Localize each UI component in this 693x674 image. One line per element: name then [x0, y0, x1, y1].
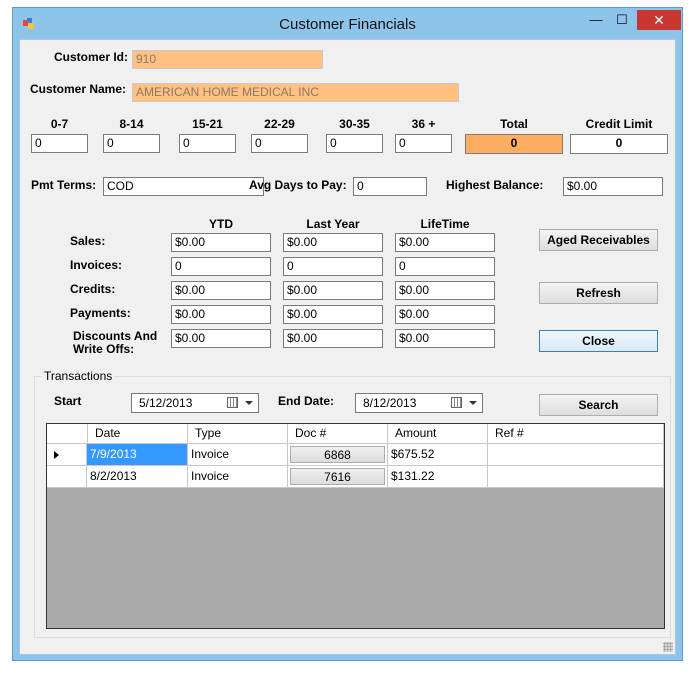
close-window-button[interactable]: ✕: [637, 10, 681, 30]
table-row-doc: 6868: [290, 446, 385, 463]
payments-ytd-field[interactable]: $0.00: [171, 305, 271, 324]
end-date-picker[interactable]: 8/12/2013: [355, 393, 483, 413]
pmt-terms-field[interactable]: COD: [103, 177, 264, 196]
grid-header-ref[interactable]: Ref #: [488, 424, 664, 444]
aging-label-22-29: 22-29: [264, 117, 295, 131]
aged-receivables-button[interactable]: Aged Receivables: [539, 229, 658, 251]
table-row-doc-button[interactable]: 6868: [288, 444, 388, 466]
credit-limit-label: Credit Limit: [585, 117, 653, 131]
invoices-last-year-field[interactable]: 0: [283, 257, 383, 276]
aging-label-36-plus: 36 +: [411, 117, 436, 131]
pmt-terms-label: Pmt Terms:: [31, 178, 97, 192]
aging-field-36-plus[interactable]: 0: [395, 134, 452, 153]
discounts-label-line2: Write Offs:: [73, 342, 135, 356]
search-button[interactable]: Search: [539, 394, 658, 416]
invoices-ytd-field[interactable]: 0: [171, 257, 271, 276]
window-title: Customer Financials: [279, 16, 416, 33]
table-row-date[interactable]: 7/9/2013: [87, 444, 188, 466]
end-date-label: End Date:: [278, 394, 335, 408]
grid-header-amount[interactable]: Amount: [388, 424, 488, 444]
calendar-icon[interactable]: [227, 397, 238, 408]
title-bar[interactable]: Customer Financials — ☐ ✕: [13, 8, 682, 41]
table-row-ref[interactable]: [488, 466, 664, 488]
discounts-ytd-field[interactable]: $0.00: [171, 329, 271, 348]
table-row-amount[interactable]: $675.52: [388, 444, 488, 466]
sales-last-year-field[interactable]: $0.00: [283, 233, 383, 252]
customer-id-field[interactable]: 910: [132, 50, 323, 69]
chevron-down-icon[interactable]: [245, 401, 253, 405]
customer-id-label: Customer Id:: [54, 50, 129, 64]
payments-label: Payments:: [70, 306, 131, 320]
payments-lifetime-field[interactable]: $0.00: [395, 305, 495, 324]
invoices-label: Invoices:: [70, 258, 123, 272]
start-date-value: 5/12/2013: [139, 396, 193, 410]
sales-ytd-field[interactable]: $0.00: [171, 233, 271, 252]
start-date-label: Start: [54, 394, 82, 408]
start-date-picker[interactable]: 5/12/2013: [131, 393, 259, 413]
aging-field-8-14[interactable]: 0: [103, 134, 160, 153]
table-row-doc: 7616: [290, 468, 385, 485]
aging-label-15-21: 15-21: [192, 117, 223, 131]
table-row-amount[interactable]: $131.22: [388, 466, 488, 488]
discounts-label: Discounts And Write Offs:: [73, 330, 157, 356]
aging-field-22-29[interactable]: 0: [251, 134, 308, 153]
col-header-ytd: YTD: [209, 217, 233, 231]
resize-grip-icon[interactable]: [663, 642, 673, 652]
highest-balance-label: Highest Balance:: [446, 178, 544, 192]
aging-label-0-7: 0-7: [50, 117, 69, 131]
transactions-group-title: Transactions: [42, 369, 115, 383]
table-row-type[interactable]: Invoice: [188, 444, 288, 466]
aging-field-30-35[interactable]: 0: [326, 134, 383, 153]
end-date-value: 8/12/2013: [363, 396, 417, 410]
grid-header-type[interactable]: Type: [188, 424, 288, 444]
grid-corner-header[interactable]: [47, 424, 88, 444]
total-label: Total: [500, 117, 528, 131]
table-row-date[interactable]: 8/2/2013: [87, 466, 188, 488]
grid-header-date[interactable]: Date: [88, 424, 188, 444]
invoices-lifetime-field[interactable]: 0: [395, 257, 495, 276]
minimize-button[interactable]: —: [583, 10, 609, 30]
row-header[interactable]: [47, 444, 87, 466]
customer-financials-window: Customer Financials — ☐ ✕ Customer Id: 9…: [12, 7, 683, 661]
chevron-down-icon[interactable]: [469, 401, 477, 405]
payments-last-year-field[interactable]: $0.00: [283, 305, 383, 324]
aging-field-0-7[interactable]: 0: [31, 134, 88, 153]
col-header-last-year: Last Year: [306, 217, 360, 231]
col-header-lifetime: LifeTime: [420, 217, 470, 231]
sales-label: Sales:: [70, 234, 106, 248]
credits-lifetime-field[interactable]: $0.00: [395, 281, 495, 300]
aging-label-8-14: 8-14: [119, 117, 144, 131]
discounts-lifetime-field[interactable]: $0.00: [395, 329, 495, 348]
transactions-grid[interactable]: Date Type Doc # Amount Ref # 7/9/2013 In…: [46, 423, 665, 629]
discounts-last-year-field[interactable]: $0.00: [283, 329, 383, 348]
maximize-button[interactable]: ☐: [609, 10, 635, 30]
form-client-area: Customer Id: 910 Customer Name: AMERICAN…: [19, 39, 676, 655]
sales-lifetime-field[interactable]: $0.00: [395, 233, 495, 252]
avg-days-label: Avg Days to Pay:: [249, 178, 347, 192]
highest-balance-field[interactable]: $0.00: [563, 177, 663, 196]
total-field[interactable]: 0: [465, 134, 563, 154]
close-button[interactable]: Close: [539, 330, 658, 352]
current-row-arrow-icon: [54, 451, 59, 459]
credit-limit-field[interactable]: 0: [570, 134, 668, 154]
row-header[interactable]: [47, 466, 87, 488]
table-row-ref[interactable]: [488, 444, 664, 466]
table-row-doc-button[interactable]: 7616: [288, 466, 388, 488]
aging-field-15-21[interactable]: 0: [179, 134, 236, 153]
calendar-icon[interactable]: [451, 397, 462, 408]
credits-last-year-field[interactable]: $0.00: [283, 281, 383, 300]
avg-days-field[interactable]: 0: [353, 177, 427, 196]
customer-name-label: Customer Name:: [30, 82, 127, 96]
customer-name-field[interactable]: AMERICAN HOME MEDICAL INC: [132, 83, 459, 102]
aging-label-30-35: 30-35: [339, 117, 370, 131]
refresh-button[interactable]: Refresh: [539, 282, 658, 304]
grid-header-doc[interactable]: Doc #: [288, 424, 388, 444]
credits-label: Credits:: [70, 282, 116, 296]
credits-ytd-field[interactable]: $0.00: [171, 281, 271, 300]
table-row-type[interactable]: Invoice: [188, 466, 288, 488]
